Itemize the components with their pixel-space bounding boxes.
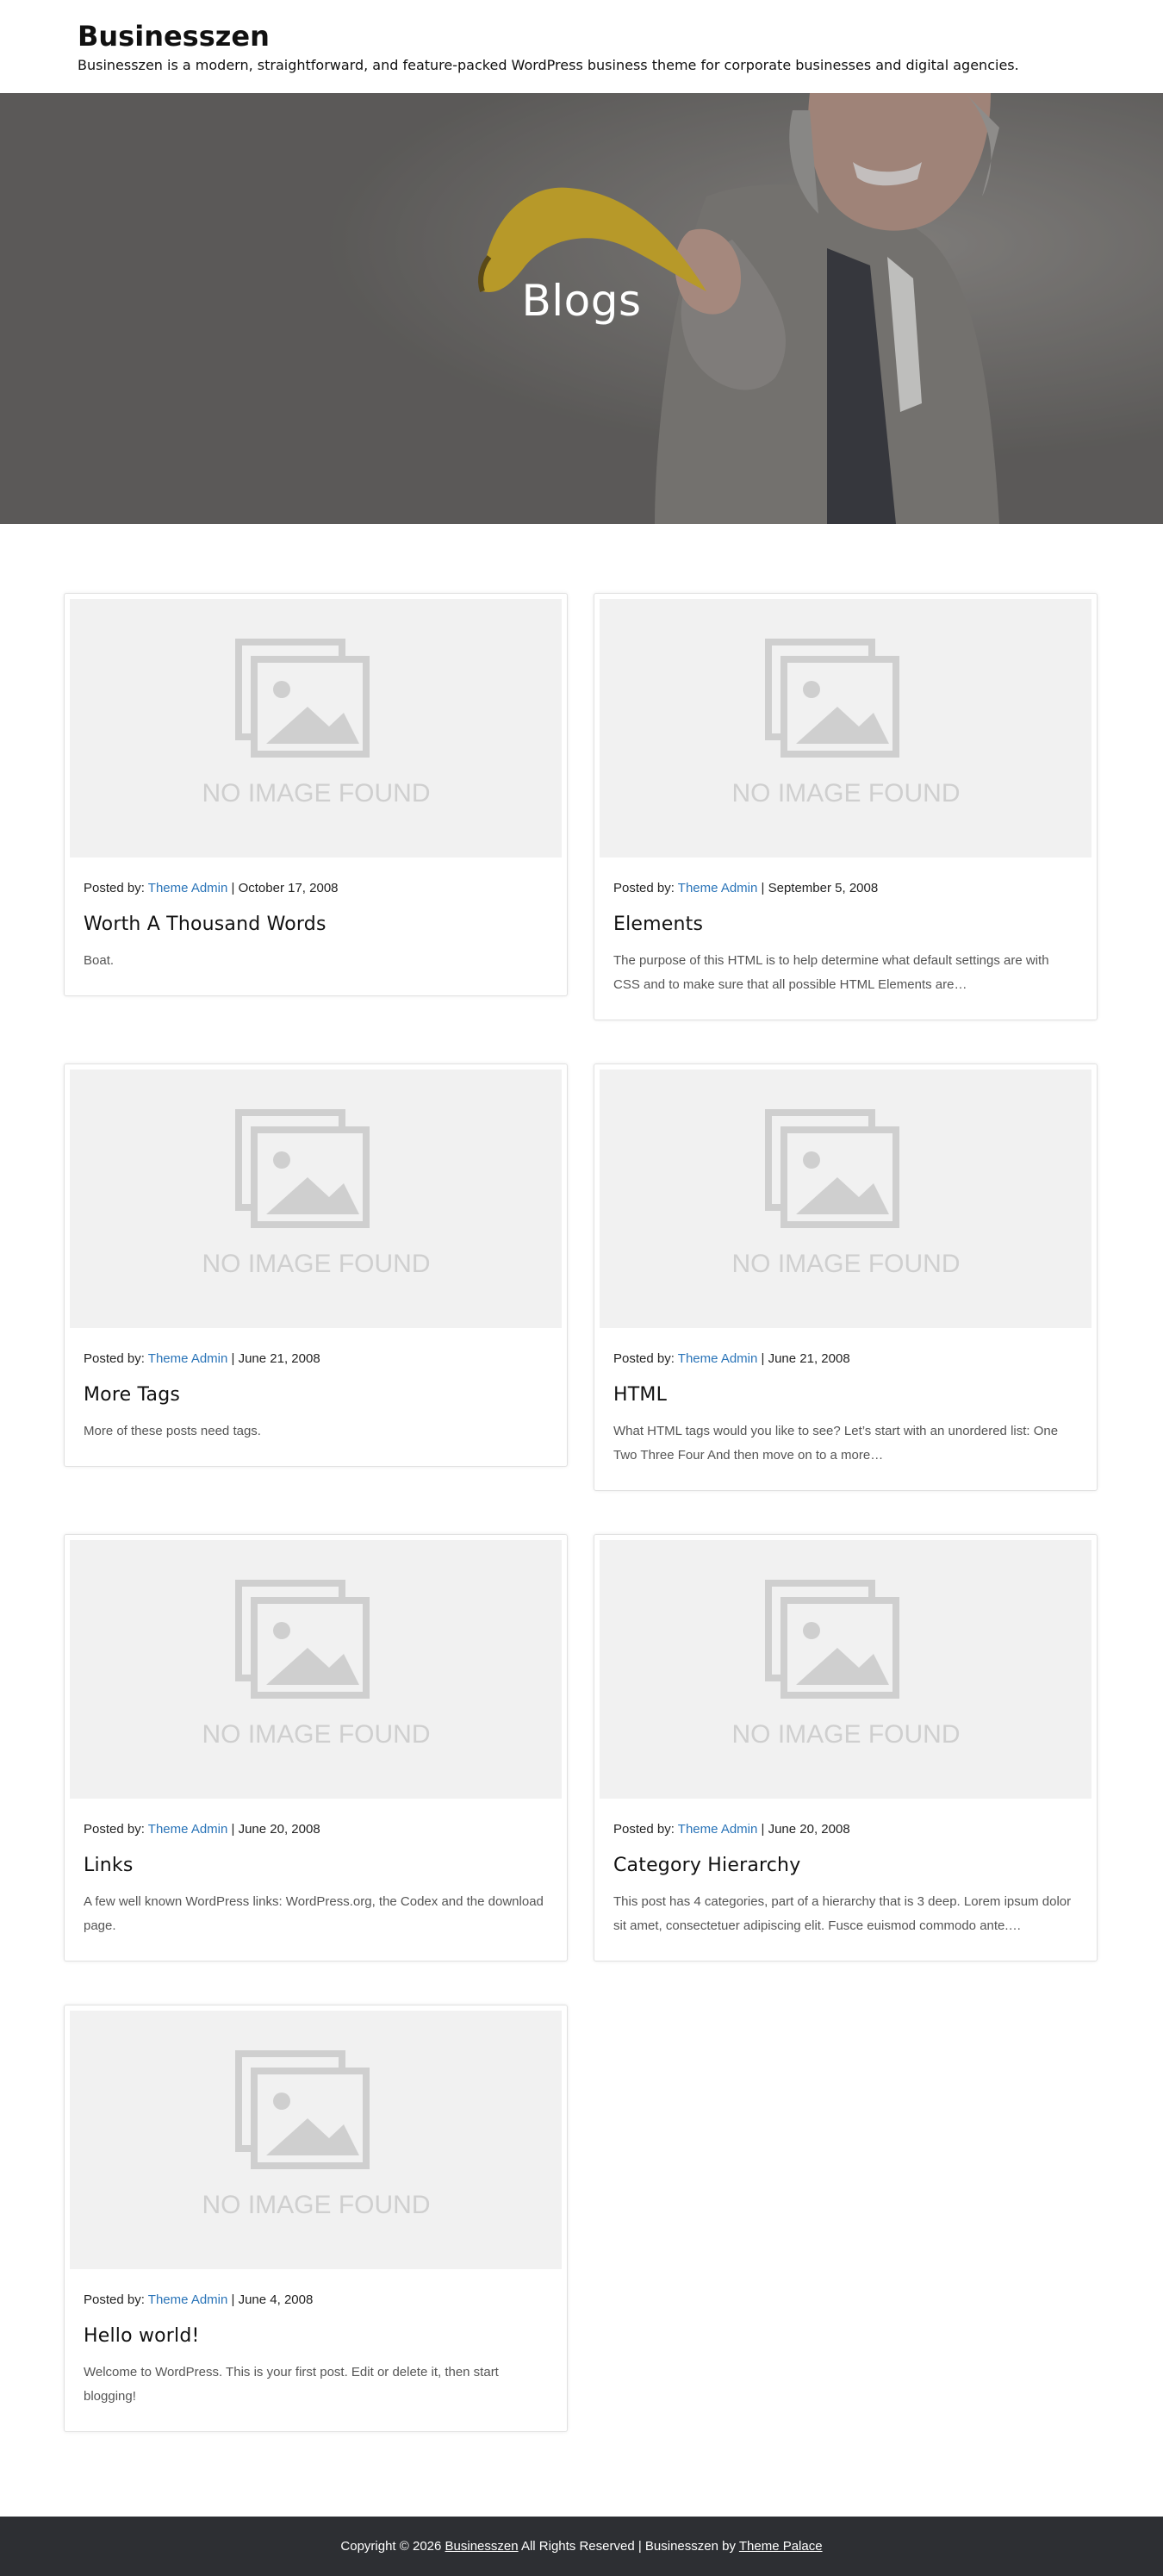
post-meta: Posted by: Theme Admin | June 21, 2008 — [84, 1351, 320, 1366]
post-excerpt: Welcome to WordPress. This is your first… — [84, 2365, 499, 2404]
no-image-label: NO IMAGE FOUND — [202, 779, 430, 808]
post-date[interactable]: June 21, 2008 — [768, 1351, 850, 1366]
post-excerpt: Boat. — [84, 953, 115, 968]
post-card: NO IMAGE FOUND Posted by: Theme Admin | … — [594, 1063, 1098, 1491]
site-footer: Copyright © 2026 Businesszen All Rights … — [0, 2517, 1163, 2576]
footer-rights-text: All Rights Reserved | Businesszen by — [520, 2539, 736, 2554]
no-image-label: NO IMAGE FOUND — [731, 1720, 960, 1749]
post-card: NO IMAGE FOUND Posted by: Theme Admin | … — [64, 593, 568, 996]
post-meta: Posted by: Theme Admin | June 4, 2008 — [84, 2292, 314, 2307]
post-excerpt: A few well known WordPress links: WordPr… — [84, 1894, 544, 1933]
post-meta: Posted by: Theme Admin | June 20, 2008 — [613, 1822, 850, 1837]
post-author-link[interactable]: Theme Admin — [148, 2292, 228, 2307]
post-thumbnail[interactable]: NO IMAGE FOUND — [70, 2011, 562, 2269]
post-thumbnail[interactable]: NO IMAGE FOUND — [70, 1070, 562, 1328]
no-image-label: NO IMAGE FOUND — [202, 1720, 430, 1749]
post-thumbnail[interactable]: NO IMAGE FOUND — [600, 599, 1091, 858]
no-image-label: NO IMAGE FOUND — [202, 2191, 430, 2219]
site-description: Businesszen is a modern, straightforward… — [78, 57, 1019, 73]
post-date[interactable]: June 4, 2008 — [239, 2292, 314, 2307]
no-image-label: NO IMAGE FOUND — [202, 1250, 430, 1278]
post-card: NO IMAGE FOUND Posted by: Theme Admin | … — [594, 593, 1098, 1020]
page-title: Blogs — [521, 276, 642, 326]
footer-site-link[interactable]: Businesszen — [445, 2539, 519, 2554]
post-meta: Posted by: Theme Admin | September 5, 20… — [613, 881, 879, 895]
post-card: NO IMAGE FOUND Posted by: Theme Admin | … — [64, 2005, 568, 2432]
no-image-placeholder-icon: NO IMAGE FOUND — [202, 639, 430, 808]
post-title[interactable]: Hello world! — [84, 2324, 548, 2348]
post-author-link[interactable]: Theme Admin — [148, 1351, 228, 1366]
site-header: Businesszen Businesszen is a modern, str… — [0, 0, 1163, 93]
no-image-placeholder-icon: NO IMAGE FOUND — [202, 1109, 430, 1278]
no-image-placeholder-icon: NO IMAGE FOUND — [202, 2050, 430, 2219]
post-card: NO IMAGE FOUND Posted by: Theme Admin | … — [64, 1534, 568, 1962]
post-meta: Posted by: Theme Admin | June 21, 2008 — [613, 1351, 850, 1366]
post-date[interactable]: June 20, 2008 — [239, 1822, 320, 1837]
post-author-link[interactable]: Theme Admin — [678, 1351, 758, 1366]
post-author-link[interactable]: Theme Admin — [148, 1822, 228, 1837]
post-date[interactable]: September 5, 2008 — [768, 881, 879, 895]
post-thumbnail[interactable]: NO IMAGE FOUND — [600, 1070, 1091, 1328]
no-image-placeholder-icon: NO IMAGE FOUND — [731, 639, 960, 808]
post-meta: Posted by: Theme Admin | October 17, 200… — [84, 881, 339, 895]
post-author-link[interactable]: Theme Admin — [678, 881, 758, 895]
post-excerpt: This post has 4 categories, part of a hi… — [613, 1894, 1072, 1933]
post-title[interactable]: More Tags — [84, 1383, 548, 1407]
post-author-link[interactable]: Theme Admin — [148, 881, 228, 895]
post-card: NO IMAGE FOUND Posted by: Theme Admin | … — [594, 1534, 1098, 1962]
post-title[interactable]: Links — [84, 1854, 548, 1878]
no-image-label: NO IMAGE FOUND — [731, 1250, 960, 1278]
copyright-text: Copyright © 2026 — [340, 2539, 442, 2554]
post-thumbnail[interactable]: NO IMAGE FOUND — [600, 1540, 1091, 1799]
post-date[interactable]: October 17, 2008 — [239, 881, 339, 895]
no-image-label: NO IMAGE FOUND — [731, 779, 960, 808]
post-title[interactable]: Elements — [613, 913, 1078, 937]
no-image-placeholder-icon: NO IMAGE FOUND — [731, 1580, 960, 1749]
post-author-link[interactable]: Theme Admin — [678, 1822, 758, 1837]
post-date[interactable]: June 21, 2008 — [239, 1351, 320, 1366]
post-thumbnail[interactable]: NO IMAGE FOUND — [70, 1540, 562, 1799]
site-title[interactable]: Businesszen — [78, 19, 270, 53]
post-date[interactable]: June 20, 2008 — [768, 1822, 850, 1837]
post-thumbnail[interactable]: NO IMAGE FOUND — [70, 599, 562, 858]
post-title[interactable]: Category Hierarchy — [613, 1854, 1078, 1878]
post-card: NO IMAGE FOUND Posted by: Theme Admin | … — [64, 1063, 568, 1467]
footer-theme-link[interactable]: Theme Palace — [739, 2539, 823, 2554]
post-excerpt: The purpose of this HTML is to help dete… — [613, 953, 1049, 992]
post-title[interactable]: HTML — [613, 1383, 1078, 1407]
post-title[interactable]: Worth A Thousand Words — [84, 913, 548, 937]
hero-banner: Blogs — [0, 93, 1163, 524]
post-excerpt: More of these posts need tags. — [84, 1424, 261, 1438]
no-image-placeholder-icon: NO IMAGE FOUND — [202, 1580, 430, 1749]
blog-post-grid: NO IMAGE FOUND Posted by: Theme Admin | … — [0, 524, 1163, 2446]
post-meta: Posted by: Theme Admin | June 20, 2008 — [84, 1822, 320, 1837]
post-excerpt: What HTML tags would you like to see? Le… — [613, 1424, 1059, 1463]
no-image-placeholder-icon: NO IMAGE FOUND — [731, 1109, 960, 1278]
